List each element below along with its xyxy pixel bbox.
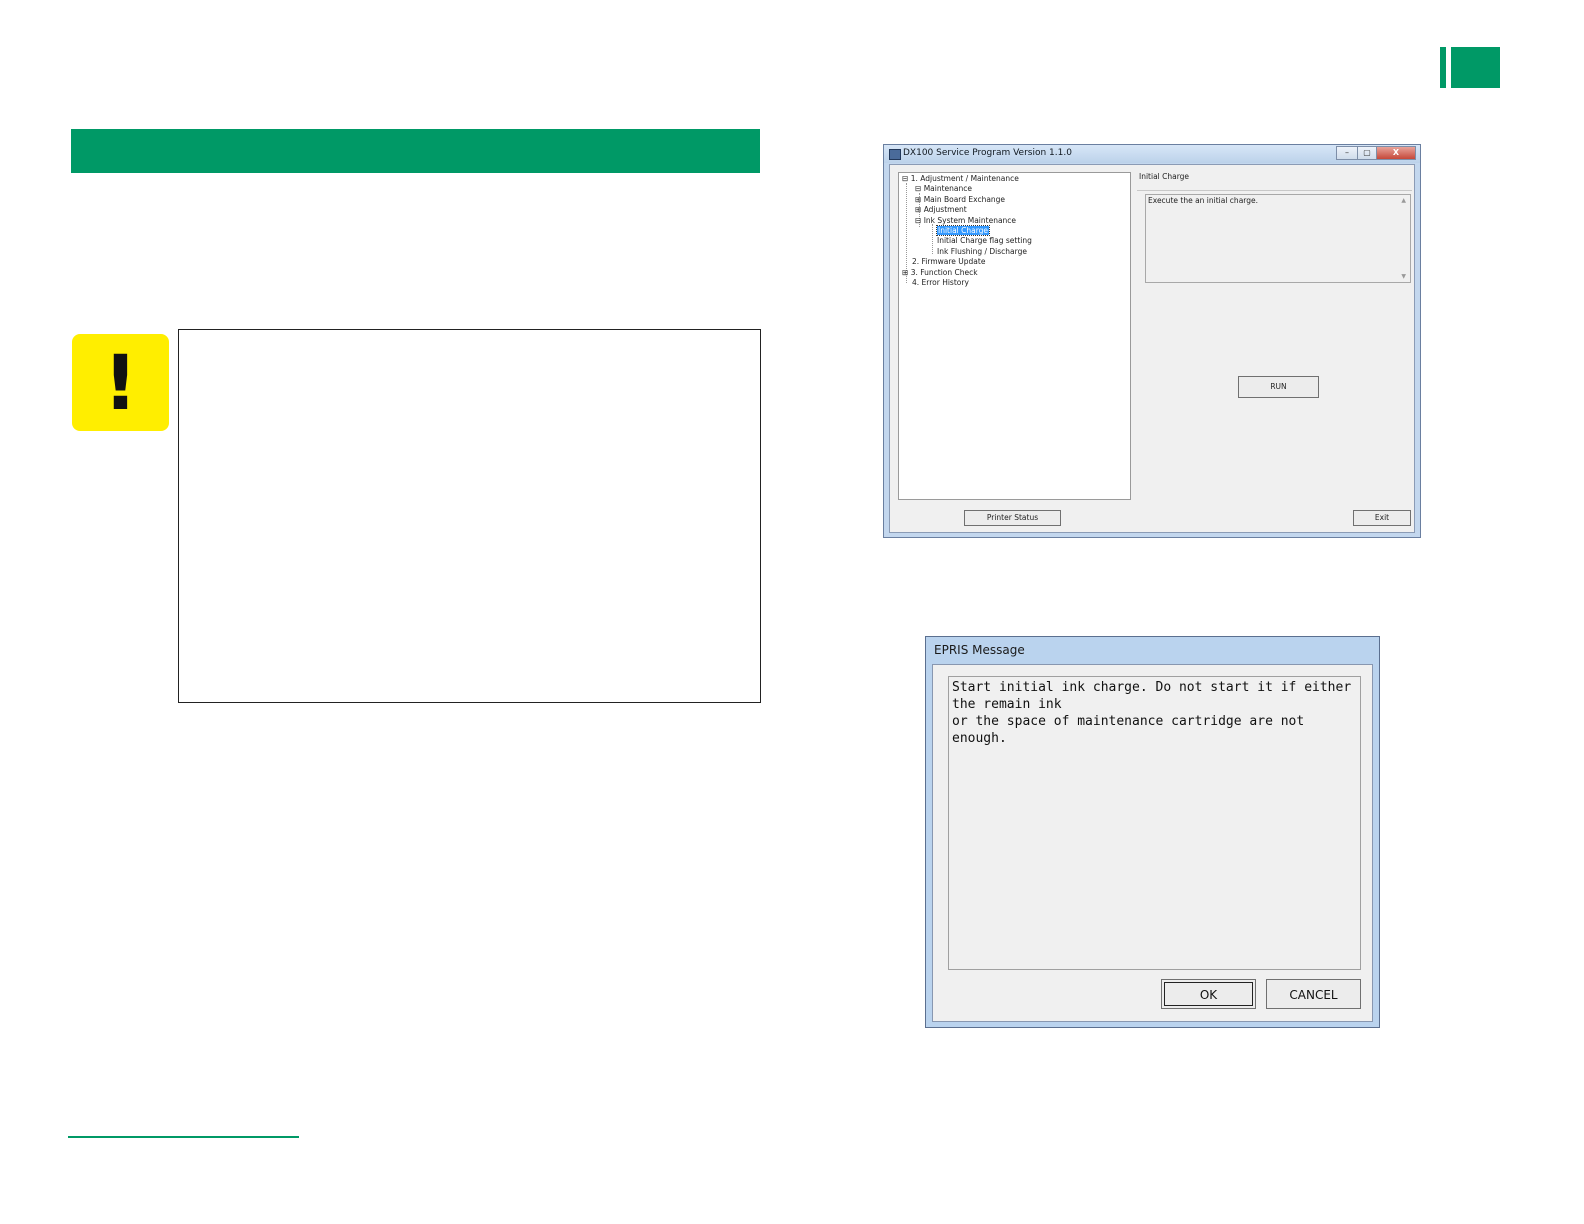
exit-button[interactable]: Exit	[1353, 510, 1411, 526]
tree-expander-icon[interactable]: ⊟	[915, 184, 921, 193]
tree-item-label: Ink Flushing / Discharge	[937, 246, 1027, 256]
dialog-title: EPRIS Message	[934, 643, 1025, 657]
footer-divider	[68, 1136, 299, 1138]
corner-accent-block	[1451, 47, 1500, 88]
cancel-button[interactable]: CANCEL	[1266, 979, 1361, 1009]
tree-item-label: Maintenance	[923, 184, 972, 194]
close-button[interactable]: X	[1376, 146, 1416, 160]
tree-expander-icon[interactable]: ⊞	[915, 205, 921, 214]
tree-expander-icon[interactable]: ⊟	[902, 174, 908, 183]
menu-tree: ⊟ 1. Adjustment / Maintenance ⊟ Maintena…	[898, 172, 1131, 500]
panel-separator	[1137, 190, 1412, 191]
description-text: Execute the an initial charge.	[1148, 196, 1258, 205]
tree-item-label: 3. Function Check	[910, 267, 978, 277]
tree-item-label-selected: Initial Charge	[935, 225, 991, 236]
description-box[interactable]: Execute the an initial charge. ▲ ▼	[1145, 194, 1411, 283]
printer-status-button[interactable]: Printer Status	[964, 510, 1061, 526]
tree-item-initial-charge[interactable]: Initial Charge	[935, 225, 991, 236]
tree-item-label: Initial Charge flag setting	[937, 236, 1032, 246]
message-line: Start initial ink charge. Do not start i…	[952, 680, 1352, 712]
tree-item-initial-charge-flag[interactable]: Initial Charge flag setting	[937, 236, 1032, 246]
tree-item-label: 2. Firmware Update	[912, 257, 986, 267]
tree-guide-line	[932, 224, 933, 254]
tree-expander-icon[interactable]: ⊞	[915, 195, 921, 204]
panel-title: Initial Charge	[1139, 172, 1190, 181]
service-window-titlebar: DX100 Service Program Version 1.1.0 – ▢ …	[884, 145, 1420, 163]
maximize-button[interactable]: ▢	[1357, 146, 1377, 160]
service-window-title: DX100 Service Program Version 1.1.0	[903, 148, 1072, 158]
exclamation-icon: !	[103, 338, 138, 427]
scroll-up-icon[interactable]: ▲	[1401, 197, 1406, 204]
tree-item-main-board-exchange[interactable]: ⊞ Main Board Exchange	[915, 195, 1005, 205]
message-text-area[interactable]: Start initial ink charge. Do not start i…	[948, 676, 1361, 970]
warning-badge: !	[72, 334, 169, 431]
corner-accent-bar	[1440, 47, 1446, 88]
tree-expander-icon[interactable]: ⊟	[915, 216, 921, 225]
service-window-client: ⊟ 1. Adjustment / Maintenance ⊟ Maintena…	[889, 164, 1415, 533]
section-header-bar	[71, 129, 760, 173]
tree-item-adjustment-maintenance[interactable]: ⊟ 1. Adjustment / Maintenance	[902, 174, 1019, 184]
tree-item-maintenance[interactable]: ⊟ Maintenance	[915, 184, 972, 194]
message-line: or the space of maintenance cartridge ar…	[952, 714, 1305, 746]
tree-item-ink-flushing[interactable]: Ink Flushing / Discharge	[937, 247, 1027, 257]
caution-note-box	[178, 329, 761, 703]
minimize-button[interactable]: –	[1336, 146, 1358, 160]
app-icon	[889, 149, 901, 160]
epris-message-dialog: EPRIS Message Start initial ink charge. …	[925, 636, 1380, 1028]
tree-item-label: 4. Error History	[912, 278, 969, 287]
tree-item-label: Ink System Maintenance	[923, 215, 1017, 225]
tree-item-label: Adjustment	[923, 205, 967, 215]
tree-item-label: Main Board Exchange	[923, 194, 1006, 204]
tree-expander-icon[interactable]: ⊞	[902, 268, 908, 277]
tree-item-label: 1. Adjustment / Maintenance	[910, 174, 1019, 183]
tree-item-firmware-update[interactable]: 2. Firmware Update	[912, 257, 985, 267]
dialog-client: Start initial ink charge. Do not start i…	[932, 664, 1373, 1022]
run-button[interactable]: RUN	[1238, 376, 1319, 398]
scroll-down-icon[interactable]: ▼	[1401, 273, 1406, 280]
tree-item-function-check[interactable]: ⊞ 3. Function Check	[902, 268, 978, 278]
service-program-window: DX100 Service Program Version 1.1.0 – ▢ …	[883, 144, 1421, 538]
window-controls: – ▢ X	[1336, 146, 1416, 160]
tree-item-error-history[interactable]: 4. Error History	[912, 278, 969, 288]
tree-item-adjustment[interactable]: ⊞ Adjustment	[915, 205, 967, 215]
ok-button[interactable]: OK	[1161, 979, 1256, 1009]
tree-item-ink-system-maintenance[interactable]: ⊟ Ink System Maintenance	[915, 216, 1016, 226]
